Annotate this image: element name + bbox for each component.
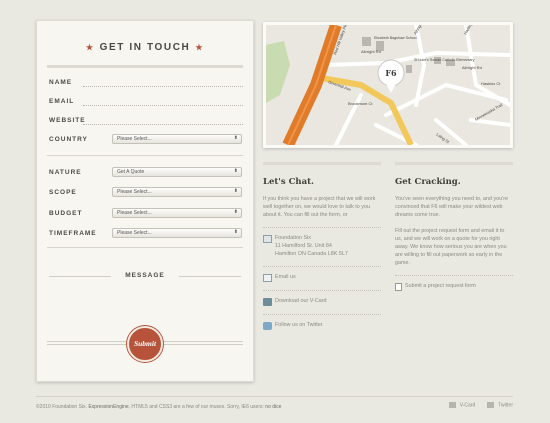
website-label: WEBSITE [49,117,86,124]
chevron-down-icon: ⬍ [233,135,238,141]
email-link[interactable]: Email us [275,273,296,281]
timeframe-select[interactable]: Please Select... ⬍ [112,228,242,238]
website-input[interactable] [83,124,243,125]
star-icon: ★ [85,43,95,52]
no-dice-link[interactable]: no dice [265,404,281,410]
cracking-column: Get Cracking. You've seen everything you… [395,162,513,291]
divider [395,162,513,165]
address-line2: 11 Hamilford St. Unit 84 [275,243,332,249]
address-card-icon [263,235,272,243]
chat-title: Let's Chat. [263,177,314,187]
download-icon [263,298,272,306]
chevron-down-icon: ⬍ [233,188,238,194]
footer-links: V-Card Twitter [448,402,513,408]
message-rule-right [179,276,241,277]
vcard-link[interactable]: Download our V-Card [275,297,327,305]
request-form-link[interactable]: Submit a project request form [405,282,476,290]
twitter-link[interactable]: Follow us on Twitter [275,321,323,329]
address-line3: Hamilton ON Canada L8K 5L7 [275,251,348,257]
footer-vcard-link[interactable]: V-Card [448,402,475,408]
form-title: ★ GET IN TOUCH ★ [37,42,253,53]
twitter-icon [263,322,272,330]
star-icon: ★ [195,43,205,52]
footer-divider [36,396,513,397]
chat-column: Let's Chat. If you think you have a proj… [263,162,381,330]
address-line1: Foundation Six [275,235,311,241]
vcard-link-row[interactable]: Download our V-Card [263,297,381,306]
twitter-link-row[interactable]: Follow us on Twitter [263,321,381,330]
scope-label: SCOPE [49,189,77,196]
website-field[interactable]: WEBSITE [47,115,243,127]
document-icon [395,283,402,291]
twitter-icon [487,402,495,408]
name-label: NAME [49,79,73,86]
divider [263,290,381,291]
budget-label: BUDGET [49,210,83,217]
divider [263,266,381,267]
email-label: EMAIL [49,98,75,105]
cracking-p2: Fill out the project request form and em… [395,228,507,266]
chevron-down-icon: ⬍ [233,168,238,174]
location-map[interactable]: Red Hill Valley Pkwy Greenhill Ave Brook… [263,22,513,148]
chevron-down-icon: ⬍ [233,229,238,235]
map-label-albright-1: Albright Rd [361,49,381,54]
divider [47,65,243,68]
country-select[interactable]: Please Select... ⬍ [112,134,242,144]
map-marker-label: F6 [385,68,397,78]
map-label-albright-2: Albright Rd [462,65,482,70]
timeframe-field[interactable]: TIMEFRAME Please Select... ⬍ [47,228,243,240]
divider [263,314,381,315]
country-field[interactable]: COUNTRY Please Select... ⬍ [47,134,243,146]
footer-twitter-link[interactable]: Twitter [487,402,513,408]
submit-button[interactable]: Submit [127,326,163,362]
divider [47,155,243,156]
email-input[interactable] [83,105,243,106]
map-label-church: St Luke's Roman Catholic Elementary [414,58,475,62]
scope-select[interactable]: Please Select... ⬍ [112,187,242,197]
submit-area: Submit [37,322,253,366]
vcard-icon [448,402,456,408]
email-link-row[interactable]: Email us [263,273,381,282]
address-block: Foundation Six 11 Hamilford St. Unit 84 … [263,234,381,258]
timeframe-label: TIMEFRAME [49,230,97,237]
nature-label: NATURE [49,169,82,176]
scope-field[interactable]: SCOPE Please Select... ⬍ [47,187,243,199]
nature-field[interactable]: NATURE Get A Quote ⬍ [47,167,243,179]
chat-intro: If you think you have a project that we … [263,196,376,218]
nature-select[interactable]: Get A Quote ⬍ [112,167,242,177]
map-label-brookmont: Brookmont Ct [348,101,373,106]
divider [47,247,243,248]
cracking-p1: You've seen everything you need to, and … [395,196,509,218]
map-label-school: Elizabeth Bagshaw School [374,36,417,40]
budget-field[interactable]: BUDGET Please Select... ⬍ [47,208,243,220]
expressionengine-link[interactable]: ExpressionEngine [88,404,128,410]
name-input[interactable] [83,86,243,87]
name-field[interactable]: NAME [47,77,243,89]
map-label-haskins: Haskins Ct [481,81,501,86]
cracking-title: Get Cracking. [395,177,461,187]
divider [263,162,381,165]
divider [263,227,381,228]
footer-text: ©2010 Foundation Six. ExpressionEngine, … [36,404,282,410]
message-textarea[interactable] [47,283,243,319]
divider [395,275,513,276]
contact-form-card: ★ GET IN TOUCH ★ NAME EMAIL WEBSITE COUNTR… [36,20,254,382]
budget-select[interactable]: Please Select... ⬍ [112,208,242,218]
email-field[interactable]: EMAIL [47,96,243,108]
chevron-down-icon: ⬍ [233,209,238,215]
request-form-row[interactable]: Submit a project request form [395,282,513,291]
country-label: COUNTRY [49,136,88,143]
envelope-icon [263,274,272,282]
map-canvas[interactable]: Red Hill Valley Pkwy Greenhill Ave Brook… [266,25,510,145]
